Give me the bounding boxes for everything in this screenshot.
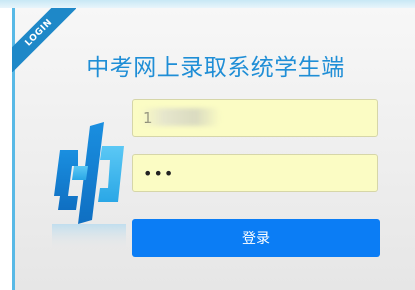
redacted-username-blur — [140, 108, 220, 126]
top-strip — [0, 0, 415, 8]
password-input[interactable] — [132, 154, 378, 192]
login-button[interactable]: 登录 — [132, 219, 380, 257]
login-ribbon: LOGIN — [12, 8, 76, 72]
logo-icon — [52, 122, 126, 250]
page-title: 中考网上录取系统学生端 — [86, 55, 345, 81]
login-ribbon-label: LOGIN — [12, 8, 76, 72]
